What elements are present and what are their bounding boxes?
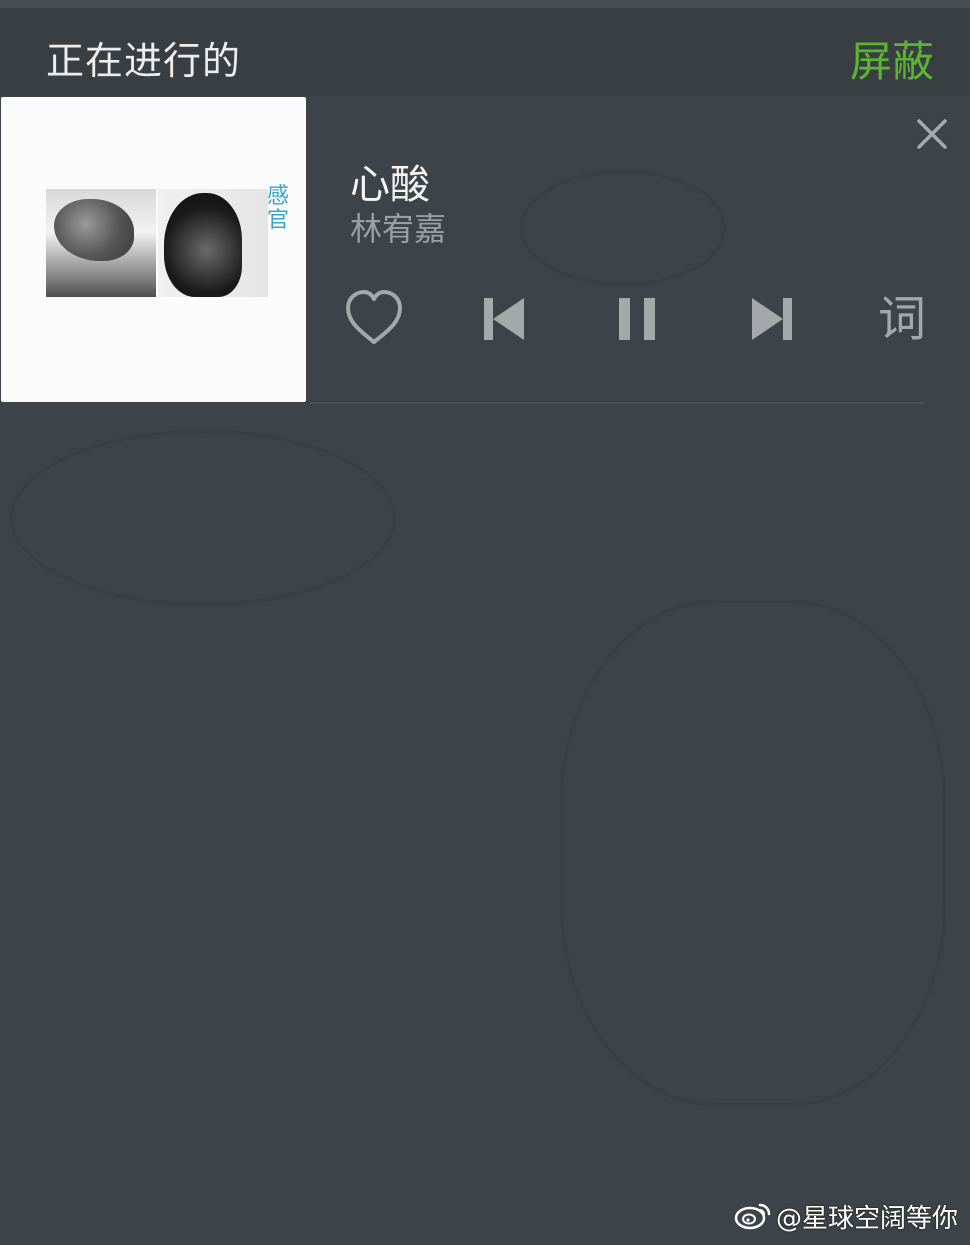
cloud-image	[54, 199, 134, 261]
watermark-text: @星球空阔等你	[775, 1204, 958, 1234]
weibo-logo-icon	[734, 1199, 772, 1235]
playback-controls: 词	[340, 284, 940, 354]
notification-header: 正在进行的 屏蔽	[0, 0, 970, 96]
background-smudge	[560, 600, 946, 1106]
album-photo-cloud	[46, 189, 156, 297]
skip-previous-icon[interactable]	[480, 284, 530, 354]
portrait-image	[164, 193, 242, 297]
header-title: 正在进行的	[46, 39, 242, 83]
album-photo-portrait	[158, 189, 268, 297]
lyrics-button[interactable]: 词	[878, 284, 926, 354]
skip-next-icon[interactable]	[746, 284, 796, 354]
background-smudge	[10, 430, 396, 606]
divider	[310, 402, 924, 404]
close-icon[interactable]	[914, 116, 950, 152]
song-title: 心酸	[350, 162, 430, 208]
album-art-lettering: 感官	[267, 185, 297, 233]
block-button[interactable]: 屏蔽	[850, 28, 934, 89]
song-artist: 林宥嘉	[350, 210, 447, 248]
album-art[interactable]: 感官	[1, 97, 306, 402]
album-art-glyph: 官	[267, 208, 290, 233]
heart-icon[interactable]	[344, 284, 404, 354]
music-player-card[interactable]: 感官 心酸 林宥嘉 词	[0, 96, 970, 404]
pause-icon[interactable]	[614, 284, 664, 354]
album-art-glyph: 感	[267, 184, 290, 209]
watermark: @星球空阔等你	[734, 1198, 958, 1235]
